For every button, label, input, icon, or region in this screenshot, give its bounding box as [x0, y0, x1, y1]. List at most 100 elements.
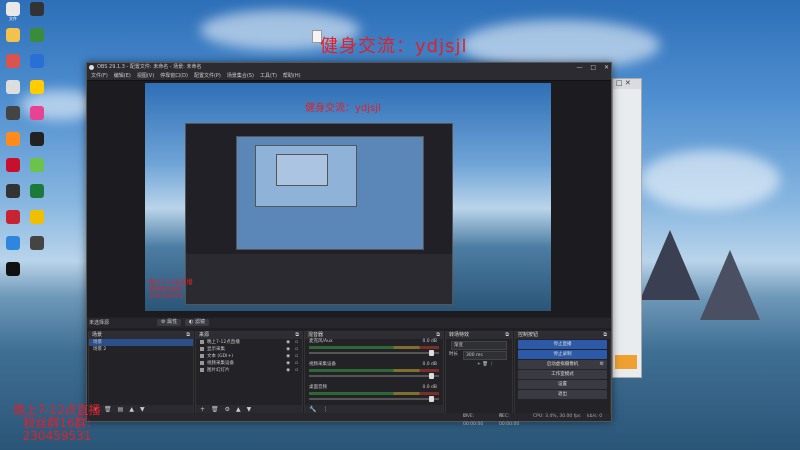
transitions-dock: 转场特效 ⧉ 渐变 时长 300 ms + 🗑 ⋮ — [445, 331, 513, 415]
accent-button[interactable] — [615, 355, 637, 369]
source-item[interactable]: 图片幻灯片 ◉ ▫ — [196, 367, 302, 374]
app-icon — [30, 2, 44, 16]
dock-float-icon[interactable]: ⧉ — [186, 332, 190, 339]
desktop-icon[interactable] — [26, 54, 48, 68]
desktop-icon[interactable] — [26, 2, 48, 16]
source-item[interactable]: 视频采集设备 ◉ ▫ — [196, 360, 302, 367]
volume-slider[interactable] — [309, 350, 439, 356]
menu-item[interactable]: 配置文件(P) — [194, 73, 221, 79]
menu-dots-icon[interactable]: ⋮ — [322, 406, 328, 413]
menu-item[interactable]: 停靠窗口(D) — [160, 73, 188, 79]
duration-field[interactable]: 时长 300 ms — [449, 351, 509, 360]
app-icon — [6, 210, 20, 224]
gear-icon[interactable]: ⚙ — [225, 406, 230, 413]
minimize-icon[interactable]: — — [576, 64, 582, 71]
desktop-icon[interactable] — [2, 106, 24, 120]
channel-db: 0.0 dB — [422, 339, 437, 344]
move-down-icon[interactable]: ▼ — [247, 406, 252, 413]
desktop-icon[interactable] — [26, 158, 48, 172]
desktop-icon[interactable] — [26, 210, 48, 224]
eye-icon[interactable]: ◉ — [286, 353, 290, 360]
desktop-icon[interactable] — [26, 184, 48, 198]
eye-icon[interactable]: ◉ — [286, 367, 290, 374]
control-button[interactable]: 停止录制 — [518, 350, 607, 359]
lock-icon[interactable]: ▫ — [295, 346, 298, 353]
eye-icon[interactable]: ◉ — [286, 339, 290, 346]
move-down-icon[interactable]: ▼ — [140, 406, 145, 413]
scene-item[interactable]: 场景 — [89, 339, 193, 346]
slider-handle[interactable] — [428, 396, 434, 402]
desktop-icon[interactable] — [26, 236, 48, 250]
control-button[interactable]: 工作室模式 — [518, 370, 607, 379]
desktop-icon[interactable] — [2, 236, 24, 250]
source-item[interactable]: 文本 (GDI+) ◉ ▫ — [196, 353, 302, 360]
desktop-icon[interactable] — [2, 80, 24, 94]
dock-float-icon[interactable]: ⧉ — [505, 332, 509, 339]
wrench-icon[interactable]: 🔧 — [309, 406, 316, 413]
gear-icon[interactable]: ⚙ — [600, 360, 604, 369]
volume-meter — [309, 392, 439, 395]
maximize-icon[interactable]: □ — [590, 64, 596, 71]
scene-item[interactable]: 场景 2 — [89, 346, 193, 353]
slider-handle[interactable] — [428, 350, 434, 356]
eye-icon[interactable]: ◉ — [286, 346, 290, 353]
menu-item[interactable]: 工具(T) — [260, 73, 277, 79]
menu-dots-icon[interactable]: ⋮ — [489, 362, 494, 367]
source-item[interactable]: 显示采集 ◉ ▫ — [196, 346, 302, 353]
desktop-icon[interactable]: 文件 — [2, 2, 24, 21]
menu-item[interactable]: 文件(F) — [91, 73, 108, 79]
close-icon[interactable]: ✕ — [604, 64, 609, 71]
title-bar[interactable]: OBS 29.1.3 - 配置文件: 未命名 - 场景: 未命名 — □ ✕ — [87, 63, 611, 72]
desktop-icon[interactable] — [2, 54, 24, 68]
filter-icon[interactable]: ▤ — [118, 406, 124, 413]
move-up-icon[interactable]: ▲ — [129, 406, 134, 413]
lock-icon[interactable]: ▫ — [295, 353, 298, 360]
transition-select[interactable]: 渐变 — [449, 341, 509, 350]
background-window[interactable]: □ ✕ — [612, 78, 642, 378]
window-controls[interactable]: □ ✕ — [613, 79, 641, 89]
control-button[interactable]: 停止直播 — [518, 340, 607, 349]
add-icon[interactable]: + — [200, 406, 205, 413]
move-up-icon[interactable]: ▲ — [236, 406, 241, 413]
remove-icon[interactable]: 🗑 — [482, 362, 488, 367]
eye-icon[interactable]: ◉ — [286, 360, 290, 367]
desktop-icon[interactable] — [26, 28, 48, 42]
volume-slider[interactable] — [309, 373, 439, 379]
menu-item[interactable]: 编辑(E) — [114, 73, 131, 79]
desktop-icon[interactable] — [2, 262, 24, 276]
obs-window[interactable]: OBS 29.1.3 - 配置文件: 未命名 - 场景: 未命名 — □ ✕ 文… — [86, 62, 612, 427]
program-preview[interactable]: 健身交流：ydjsjl 晚上7-12点直播 粉丝群16群: 230459531 — [145, 83, 551, 311]
lock-icon[interactable]: ▫ — [295, 339, 298, 346]
control-button[interactable]: 启动虚拟摄像机 ⚙ — [518, 360, 607, 369]
slider-handle[interactable] — [428, 373, 434, 379]
desktop-icon[interactable] — [2, 184, 24, 198]
properties-button[interactable]: ⚙ 属性 — [157, 319, 182, 326]
dock-float-icon[interactable]: ⧉ — [603, 332, 607, 339]
filters-button[interactable]: ◐ 滤镜 — [185, 319, 209, 326]
lock-icon[interactable]: ▫ — [295, 367, 298, 374]
dock-float-icon[interactable]: ⧉ — [295, 332, 299, 339]
control-button[interactable]: 设置 — [518, 380, 607, 389]
dock-float-icon[interactable]: ⧉ — [436, 332, 440, 339]
menu-item[interactable]: 场景集合(S) — [227, 73, 254, 79]
desktop-icon[interactable] — [2, 132, 24, 146]
source-item[interactable]: 晚上7-12点直播 ◉ ▫ — [196, 339, 302, 346]
desktop-icon[interactable] — [2, 158, 24, 172]
add-icon[interactable]: + — [477, 362, 481, 367]
desktop-icon[interactable] — [26, 106, 48, 120]
desktop-icon[interactable] — [26, 80, 48, 94]
desktop-icon[interactable] — [26, 132, 48, 146]
menu-item[interactable]: 帮助(H) — [283, 73, 301, 79]
app-icon — [6, 80, 20, 94]
source-label: 图片幻灯片 — [207, 368, 230, 373]
lock-icon[interactable]: ▫ — [295, 360, 298, 367]
remove-icon[interactable]: 🗑 — [211, 406, 219, 413]
volume-slider[interactable] — [309, 396, 439, 402]
mixer-channel: 麦克风/Aux 0.0 dB — [305, 339, 443, 362]
control-button[interactable]: 退出 — [518, 390, 607, 399]
desktop-icon[interactable] — [2, 210, 24, 224]
wallpaper-cloud — [640, 150, 780, 210]
desktop-icon[interactable] — [2, 28, 24, 42]
menu-item[interactable]: 视图(V) — [137, 73, 154, 79]
mixer-channel: 视频采集设备 0.0 dB — [305, 362, 443, 385]
